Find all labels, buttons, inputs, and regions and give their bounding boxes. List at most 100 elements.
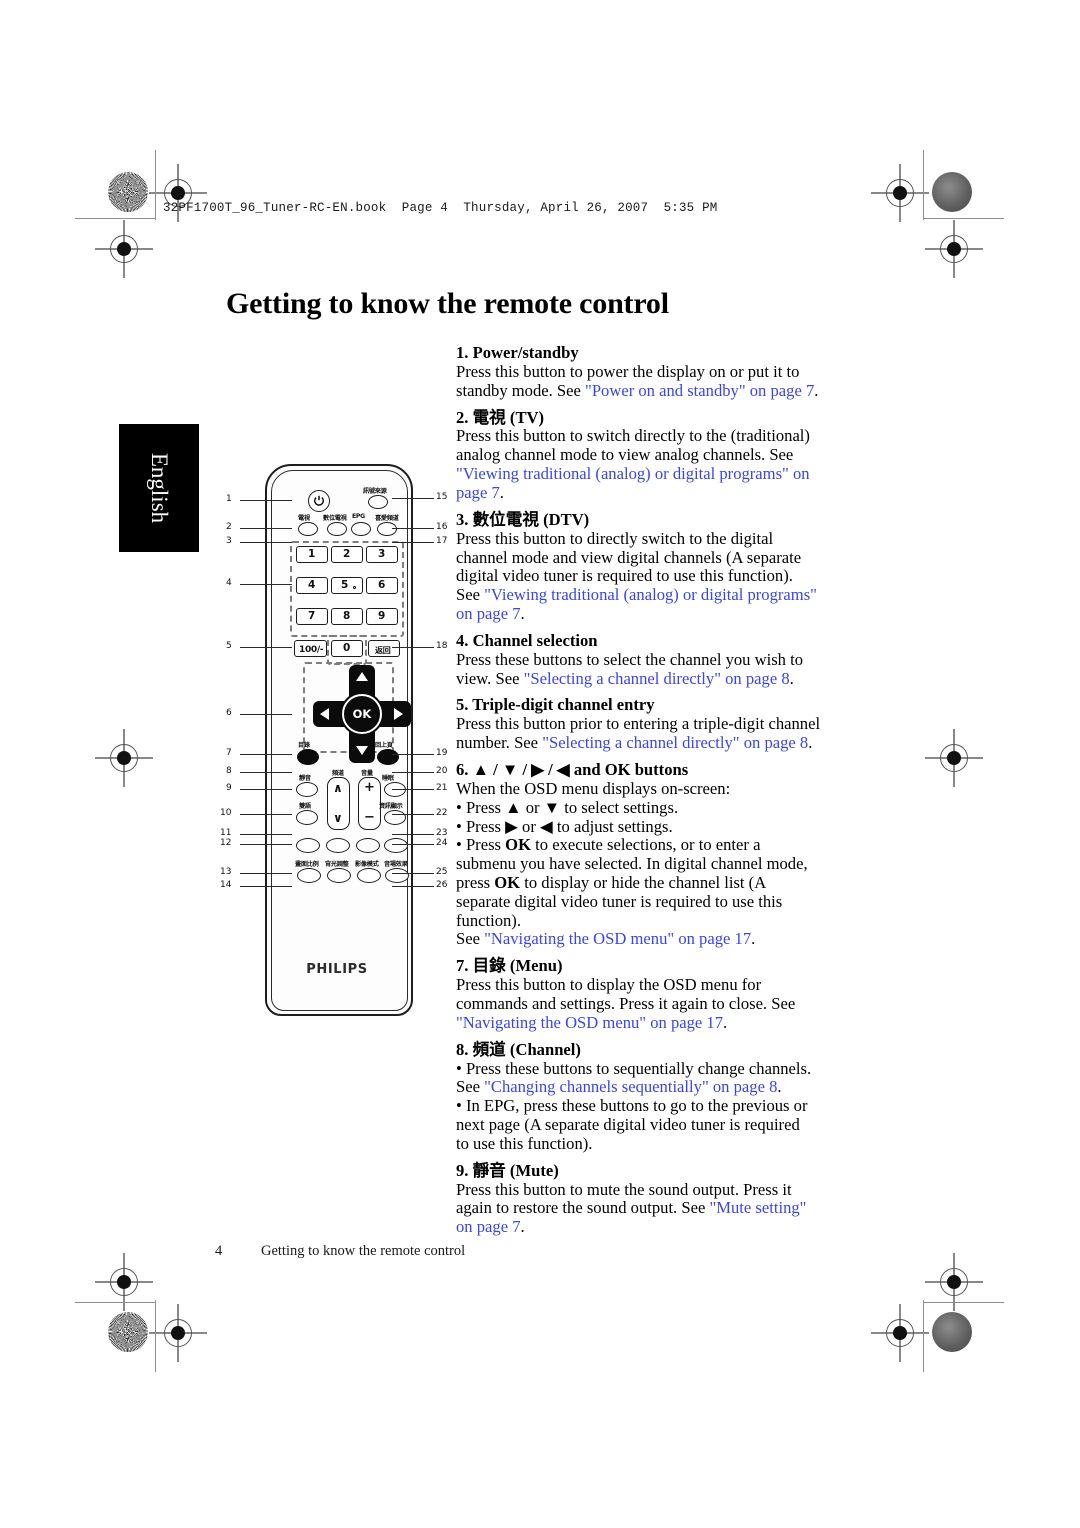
callout-leader-line-3 [240, 542, 292, 543]
section-heading-5: 5. Triple-digit channel entry [456, 695, 655, 715]
callout-number-13: 13 [220, 867, 232, 877]
remote-channel-rocker-label: 頻道 [332, 770, 344, 777]
remote-digit-4-label: 4 [308, 579, 316, 591]
section-2-line-2: analog channel mode to view analog chann… [456, 445, 860, 465]
remote-digit-7-label: 7 [308, 610, 316, 622]
remote-backlight-label: 背光調整 [325, 861, 349, 868]
cross-reference-link[interactable]: "Power on and standby" on page 7 [585, 381, 814, 400]
section-heading-6: 6. ▲ / ▼ / ▶ / ◀ and OK buttons [456, 759, 689, 779]
body-text: separate digital video tuner is required… [456, 891, 783, 911]
cross-reference-link[interactable]: "Mute setting" [709, 1198, 806, 1218]
remote-digit-0-label: 0 [343, 642, 351, 654]
cross-reference-link[interactable]: "Viewing traditional (analog) or digital… [456, 464, 810, 483]
body-text: press [456, 873, 495, 892]
crop-mark-left-upper [95, 220, 153, 278]
callout-number-23: 23 [436, 828, 448, 838]
registration-dot-top-right [932, 172, 972, 212]
body-text: again to restore the sound output. See [456, 1198, 710, 1218]
callout-leader-line-21 [392, 789, 434, 790]
callout-number-4: 4 [226, 578, 232, 588]
body-text: to display or hide the channel list (A [520, 873, 767, 892]
footer-page-number: 4 [215, 1243, 223, 1259]
remote-digit-9-label: 9 [378, 610, 386, 622]
crop-mark-right-middle [925, 729, 983, 787]
remote-digit-1-label: 1 [308, 548, 316, 560]
body-text: Press this button to switch directly to … [456, 426, 810, 446]
remote-digit-5-label: 5 [341, 579, 349, 591]
remote-source-label: 訊號來源 [363, 488, 387, 495]
remote-sound-effect-label: 音場效果 [384, 861, 408, 868]
body-text: Press these buttons to select the channe… [456, 649, 804, 669]
callout-leader-line-15 [392, 498, 434, 499]
cross-reference-link[interactable]: "Navigating the OSD menu" on page 17 [456, 1013, 723, 1032]
page-footer: 4 Getting to know the remote control [215, 1243, 465, 1260]
remote-sound-effect-button [385, 868, 409, 883]
section-7-line-2: commands and settings. Press it again to… [456, 994, 860, 1014]
remote-control-illustration: 訊號來源 電視 數位電視 EPG 喜愛頻道 1 2 3 4 5 6 7 8 9 … [220, 462, 447, 1022]
remote-menu-label: 目錄 [298, 742, 310, 749]
remote-aspect-label: 畫面比例 [295, 861, 319, 868]
callout-leader-line-16 [392, 528, 434, 529]
callout-number-3: 3 [226, 536, 232, 546]
remote-bilingual-label: 雙語 [299, 803, 311, 810]
remote-info-label: 資訊顯示 [379, 803, 403, 810]
section-4-line-1: Press these buttons to select the channe… [456, 649, 860, 670]
callout-number-1: 1 [226, 494, 232, 504]
section-8-line-3: • In EPG, press these buttons to go to t… [456, 1096, 860, 1116]
cross-reference-link[interactable]: "Viewing traditional (analog) or digital… [484, 585, 817, 604]
body-text: . [808, 733, 813, 753]
remote-digit-2-label: 2 [343, 548, 351, 560]
trim-line-right-vertical-bottom [923, 1300, 925, 1372]
remote-sleep-label: 睡眠 [382, 775, 394, 782]
remote-bilingual-button [296, 810, 318, 825]
philips-logo: PHILIPS [306, 962, 368, 977]
callout-number-21: 21 [436, 783, 448, 793]
remote-digit-6-label: 6 [378, 579, 386, 591]
trim-line-right-vertical [923, 150, 925, 220]
callout-number-10: 10 [220, 808, 232, 818]
crop-mark-right-upper [925, 220, 983, 278]
cross-reference-link[interactable]: on page 7 [456, 604, 521, 623]
callout-leader-line-18 [392, 647, 434, 648]
cross-reference-link[interactable]: page 7 [456, 483, 500, 502]
body-text: number. See [456, 733, 543, 753]
remote-dtv-label: 數位電視 [323, 515, 347, 522]
printer-header-line: 32PF1700T_96_Tuner-RC-EN.book Page 4 Thu… [163, 201, 718, 215]
body-text: Press this button to directly switch to … [456, 528, 774, 548]
section-8-line-1: • Press these buttons to sequentially ch… [456, 1058, 860, 1079]
body-text: • Press these buttons to sequentially ch… [456, 1058, 812, 1078]
cross-reference-link[interactable]: "Selecting a channel directly" on page 8 [524, 669, 790, 688]
callout-number-26: 26 [436, 880, 448, 890]
section-heading-2: 2. 電視 (TV) [456, 407, 545, 427]
section-9-line-2: again to restore the sound output. See "… [456, 1199, 860, 1218]
callout-number-6: 6 [226, 708, 232, 718]
remote-backlight-button [327, 868, 351, 883]
cross-reference-link[interactable]: "Navigating the OSD menu" on page 17 [484, 929, 751, 949]
body-text: to use this function). [456, 1133, 593, 1153]
remote-tv-button [298, 522, 318, 536]
body-text: analog channel mode to view analog chann… [456, 445, 794, 465]
power-icon [313, 495, 325, 506]
registration-starburst-bottom-left [108, 1312, 148, 1352]
cross-reference-link[interactable]: on page 7 [456, 1217, 521, 1236]
callout-leader-line-19 [392, 754, 434, 755]
footer-title: Getting to know the remote control [261, 1243, 466, 1259]
section-2-line-4: page 7. [456, 483, 860, 503]
crop-mark-top-right [871, 164, 929, 222]
callout-number-18: 18 [436, 641, 448, 651]
callout-number-17: 17 [436, 536, 448, 546]
cross-reference-link[interactable]: "Selecting a channel directly" on page 8 [542, 733, 808, 752]
registration-starburst-top-left [108, 172, 148, 212]
cross-reference-link[interactable]: "Changing channels sequentially" on page… [484, 1077, 777, 1097]
callout-leader-line-22 [392, 814, 434, 815]
remote-aux-button-1 [296, 838, 320, 853]
body-text: • Press ▶ or ◀ to adjust settings. [456, 816, 673, 836]
section-9-line-1: Press this button to mute the sound outp… [456, 1180, 860, 1200]
section-3-line-5: on page 7. [456, 604, 860, 624]
remote-aux-button-4 [384, 838, 408, 853]
section-heading-8: 8. 頻道 (Channel) [456, 1039, 581, 1059]
body-text: . [520, 604, 525, 623]
callout-number-2: 2 [226, 522, 232, 532]
callout-leader-line-13 [240, 873, 292, 874]
section-heading-1: 1. Power/standby [456, 343, 579, 362]
